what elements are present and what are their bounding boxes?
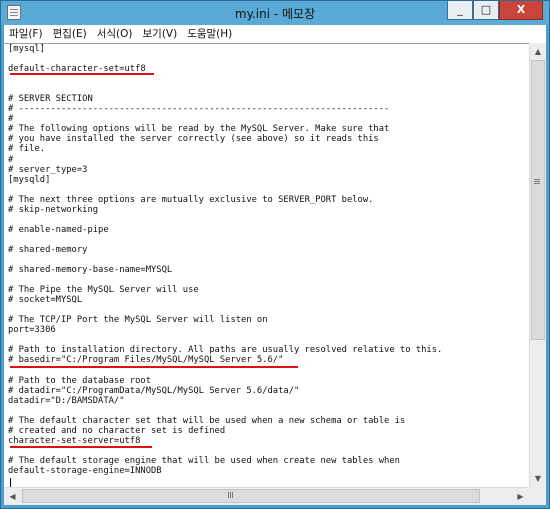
text-line: # The following options will be read by … (8, 124, 390, 135)
minimize-button[interactable]: _ (447, 1, 473, 20)
scroll-right-icon[interactable]: ▶ (512, 488, 529, 505)
text-line (8, 305, 528, 315)
close-button[interactable]: X (499, 1, 543, 20)
horizontal-scrollbar[interactable]: ◀ ▶ (4, 487, 529, 505)
scroll-left-icon[interactable]: ◀ (4, 488, 21, 505)
text-line: # (8, 154, 14, 165)
menu-view[interactable]: 보기(V) (138, 25, 183, 43)
text-line: # The TCP/IP Port the MySQL Server will … (8, 315, 268, 326)
text-line (8, 54, 528, 64)
vertical-scroll-thumb[interactable] (531, 60, 545, 340)
text-line: # socket=MYSQL (8, 295, 83, 306)
maximize-button[interactable]: □ (473, 1, 499, 20)
text-line: datadir="D:/BAMSDATA/" (8, 395, 125, 406)
text-line: port=3306 (8, 325, 56, 336)
text-line: # you have installed the server correctl… (8, 134, 379, 145)
text-line: # shared-memory-base-name=MYSQL (8, 265, 173, 276)
scroll-down-icon[interactable]: ▼ (530, 470, 546, 487)
menu-bar: 파일(F) 편집(E) 서식(O) 보기(V) 도움말(H) (4, 25, 546, 43)
notepad-window: my.ini - 메모장 _ □ X 파일(F) 편집(E) 서식(O) 보기(… (0, 0, 550, 509)
text-line (8, 406, 528, 416)
text-line: # shared-memory (8, 244, 88, 255)
text-line (8, 215, 528, 225)
menu-format[interactable]: 서식(O) (92, 25, 138, 43)
menu-file[interactable]: 파일(F) (4, 25, 48, 43)
text-line: # enable-named-pipe (8, 224, 109, 235)
text-line: # skip-networking (8, 204, 99, 215)
vertical-scrollbar[interactable]: ▲ ▼ (529, 43, 546, 487)
annotation-underline (10, 446, 152, 448)
menu-edit[interactable]: 편집(E) (48, 25, 92, 43)
text-line: # The next three options are mutually ex… (8, 194, 374, 205)
text-line (8, 235, 528, 245)
text-line: # Path to the database root (8, 375, 151, 386)
text-line: # created and no character set is define… (8, 425, 226, 436)
window-controls: _ □ X (447, 1, 543, 21)
text-line: # (8, 114, 14, 125)
text-line (8, 84, 528, 94)
text-line: [mysqld] (8, 174, 51, 185)
text-line: # file. (8, 144, 46, 155)
resize-grip[interactable] (529, 487, 546, 505)
text-line (8, 275, 528, 285)
annotation-underline (10, 366, 298, 368)
text-line: character-set-server=utf8 (8, 435, 141, 446)
text-line: # basedir="C:/Program Files/MySQL/MySQL … (8, 355, 284, 366)
menu-help[interactable]: 도움말(H) (182, 25, 237, 43)
scroll-grip-icon (534, 179, 540, 180)
horizontal-scroll-thumb[interactable] (22, 489, 480, 503)
text-line (8, 335, 528, 345)
text-line (8, 185, 528, 195)
text-line: # The default character set that will be… (8, 415, 406, 426)
scroll-up-icon[interactable]: ▲ (530, 43, 546, 60)
text-editor[interactable]: [mysql] default-character-set=utf8 # SERVE… (4, 43, 546, 487)
text-line: # SERVER SECTION (8, 94, 93, 105)
text-line: default-storage-engine=INNODB (8, 465, 162, 476)
text-line: # Path to installation directory. All pa… (8, 345, 443, 356)
text-line: # datadir="C:/ProgramData/MySQL/MySQL Se… (8, 385, 300, 396)
text-line: # --------------------------------------… (8, 104, 390, 115)
text-line (8, 255, 528, 265)
text-line: # server_type=3 (8, 164, 88, 175)
scroll-grip-icon (228, 492, 229, 498)
text-line: [mysql] (8, 44, 46, 54)
annotation-underline (10, 73, 154, 75)
text-line: # The Pipe the MySQL Server will use (8, 285, 199, 296)
text-caret (10, 478, 11, 487)
title-bar[interactable]: my.ini - 메모장 _ □ X (1, 1, 549, 25)
text-line: # The default storage engine that will b… (8, 455, 400, 466)
text-content[interactable]: [mysql] default-character-set=utf8 # SERVE… (8, 44, 528, 487)
text-line (8, 74, 528, 84)
